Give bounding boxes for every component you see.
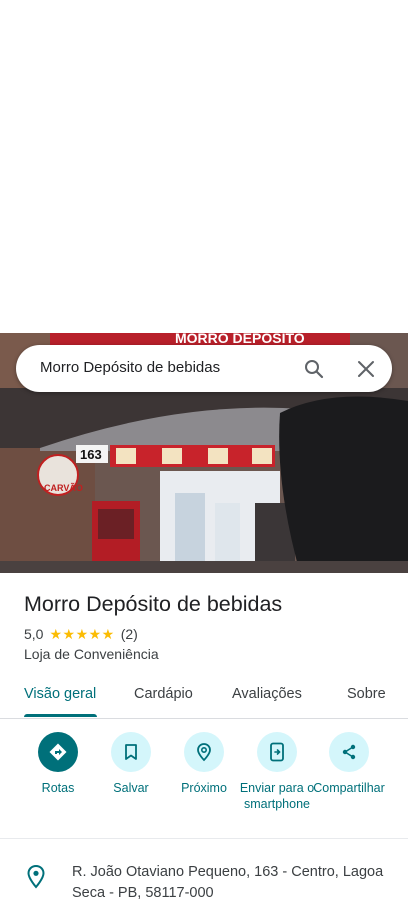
tab-reviews[interactable]: Avaliações (232, 686, 302, 702)
send-to-phone-icon (257, 732, 297, 772)
close-icon[interactable] (354, 357, 378, 381)
carvao-sign: CARVÃO (44, 483, 83, 493)
save-label: Salvar (113, 781, 149, 795)
search-bar[interactable]: Morro Depósito de bebidas (16, 345, 392, 392)
address-number-plate: 163 (80, 447, 102, 462)
share-label: Compartilhar (313, 781, 385, 795)
nearby-label: Próximo (181, 781, 227, 795)
share-button[interactable]: Compartilhar (311, 732, 387, 796)
address-row[interactable]: R. João Otaviano Pequeno, 163 - Centro, … (0, 860, 408, 906)
section-divider (0, 838, 408, 839)
active-tab-indicator (24, 714, 97, 717)
save-button[interactable]: Salvar (93, 732, 169, 796)
send-to-phone-button[interactable]: Enviar para o smartphone (239, 732, 315, 812)
send-to-phone-label: Enviar para o smartphone (239, 781, 315, 811)
review-count[interactable]: (2) (121, 626, 138, 642)
tab-about[interactable]: Sobre (347, 686, 386, 702)
bookmark-icon (111, 732, 151, 772)
directions-label: Rotas (41, 781, 75, 795)
tab-overview[interactable]: Visão geral (24, 686, 96, 702)
rating-row[interactable]: 5,0 ★★★★★ (2) (24, 625, 138, 643)
rating-stars: ★★★★★ (49, 625, 115, 642)
search-input[interactable]: Morro Depósito de bebidas (40, 359, 220, 376)
nearby-button[interactable]: Próximo (166, 732, 242, 796)
directions-icon (38, 732, 78, 772)
place-title: Morro Depósito de bebidas (24, 592, 283, 616)
tab-menu[interactable]: Cardápio (134, 686, 193, 702)
action-row: Rotas Salvar Próximo Enviar para o smart… (0, 732, 408, 836)
location-pin-icon (25, 864, 47, 890)
search-icon[interactable] (302, 357, 326, 381)
place-category[interactable]: Loja de Conveniência (24, 646, 159, 662)
share-icon (329, 732, 369, 772)
tab-bar: Visão geral Cardápio Avaliações Sobre (0, 680, 408, 719)
rating-value: 5,0 (24, 626, 44, 642)
nearby-icon (184, 732, 224, 772)
address-text[interactable]: R. João Otaviano Pequeno, 163 - Centro, … (72, 862, 392, 904)
directions-button[interactable]: Rotas (20, 732, 96, 796)
